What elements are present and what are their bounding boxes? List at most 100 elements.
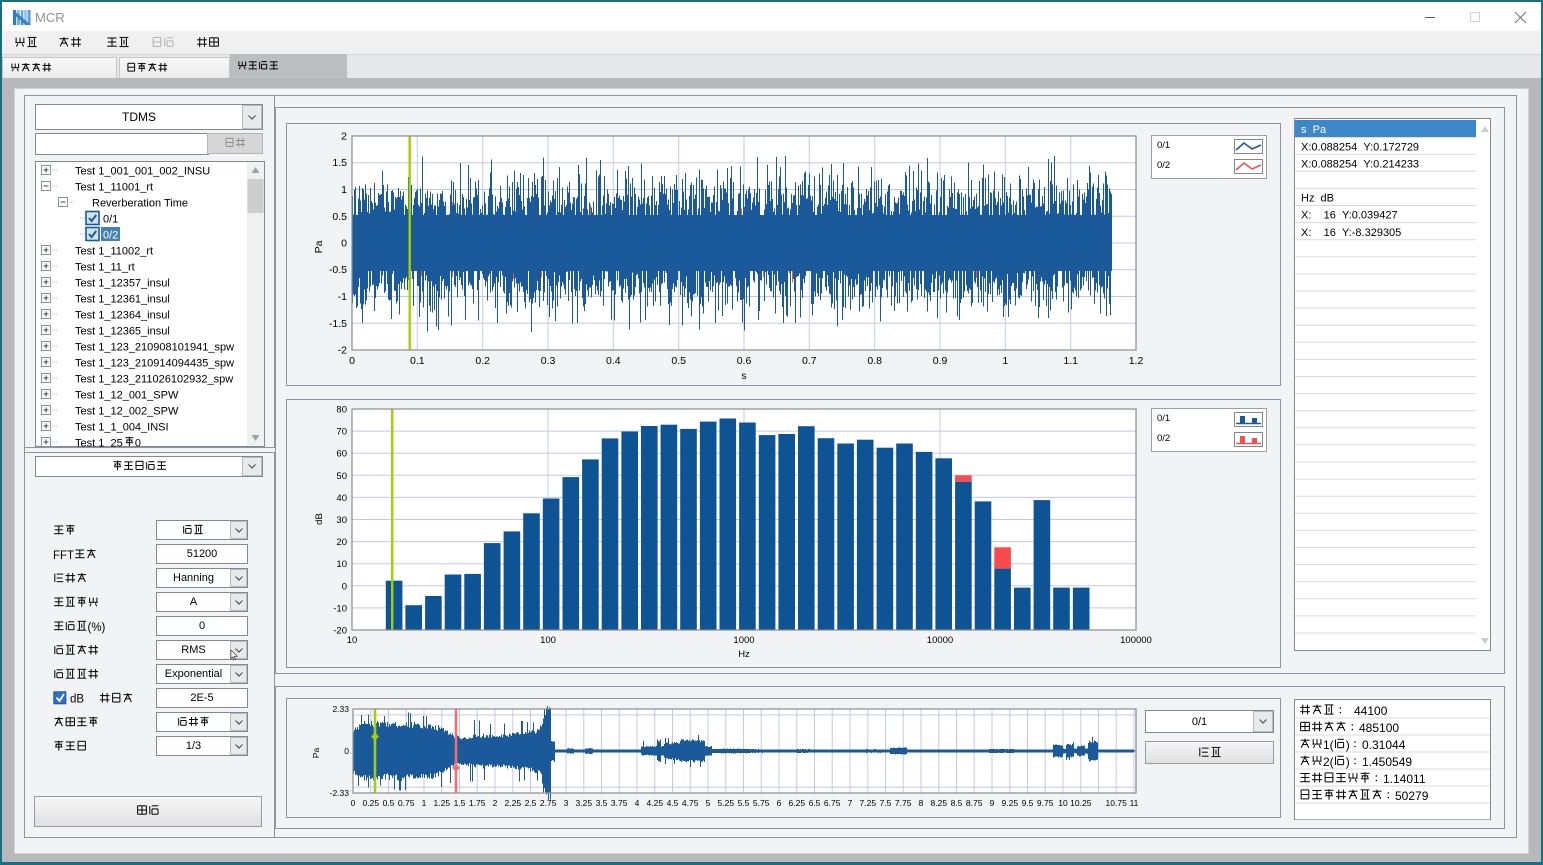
svg-text:Test 1_11_rt: Test 1_11_rt: [75, 262, 135, 274]
svg-text:1000: 1000: [733, 635, 754, 646]
svg-text:8.25: 8.25: [931, 798, 948, 808]
svg-text:44100: 44100: [1354, 704, 1388, 718]
svg-text:): ): [1346, 755, 1350, 769]
svg-text:70: 70: [336, 427, 347, 438]
svg-text:X: 16 Y:0.039427: X: 16 Y:0.039427: [1301, 210, 1398, 222]
svg-text:7.25: 7.25: [860, 798, 877, 808]
svg-text:1: 1: [1002, 355, 1008, 367]
svg-text:3.25: 3.25: [576, 798, 593, 808]
svg-text:Test 1_123_211026102932_spw: Test 1_123_211026102932_spw: [75, 374, 233, 386]
svg-text:0.3: 0.3: [541, 355, 556, 367]
svg-text:-2: -2: [338, 345, 347, 357]
svg-text:): ): [1346, 738, 1350, 752]
svg-text:1.5: 1.5: [454, 798, 466, 808]
svg-text:0: 0: [349, 355, 355, 367]
svg-text:0: 0: [351, 798, 356, 808]
svg-text:7.75: 7.75: [895, 798, 912, 808]
svg-text:1: 1: [422, 798, 427, 808]
svg-text:5.75: 5.75: [753, 798, 770, 808]
svg-text:1.1: 1.1: [1063, 355, 1078, 367]
svg-text:10: 10: [347, 635, 358, 646]
svg-text:0.5: 0.5: [332, 211, 347, 223]
svg-text:-0.5: -0.5: [329, 264, 347, 276]
svg-text:20: 20: [336, 537, 347, 548]
svg-text:10.25: 10.25: [1070, 798, 1092, 808]
svg-text:4.5: 4.5: [667, 798, 679, 808]
svg-text:0.4: 0.4: [606, 355, 621, 367]
svg-text:0.5: 0.5: [383, 798, 395, 808]
svg-text:10: 10: [1058, 798, 1068, 808]
svg-text:Pa: Pa: [313, 240, 325, 253]
svg-text:9.25: 9.25: [1002, 798, 1019, 808]
svg-text:5: 5: [706, 798, 711, 808]
svg-text:Test 1_1_004_INSI: Test 1_1_004_INSI: [75, 422, 169, 434]
svg-text:0.8: 0.8: [867, 355, 882, 367]
svg-text:30: 30: [336, 515, 347, 526]
svg-text:Test 1_123_210914094435_spw: Test 1_123_210914094435_spw: [75, 358, 234, 370]
svg-text:Test 1_11001_rt: Test 1_11001_rt: [75, 182, 153, 194]
svg-text:s Pa: s Pa: [1301, 124, 1327, 136]
svg-text:2: 2: [493, 798, 498, 808]
svg-text:0.7: 0.7: [802, 355, 817, 367]
svg-text:8: 8: [919, 798, 924, 808]
svg-text:11: 11: [1130, 798, 1139, 808]
svg-text:50279: 50279: [1395, 789, 1429, 803]
svg-text:1.14011: 1.14011: [1383, 772, 1426, 786]
svg-text:0: 0: [135, 438, 141, 447]
svg-text:7.5: 7.5: [880, 798, 892, 808]
svg-text:0.6: 0.6: [737, 355, 752, 367]
svg-text:0: 0: [344, 746, 349, 756]
svg-text:0.31044: 0.31044: [1362, 738, 1406, 752]
svg-text:-1.5: -1.5: [329, 318, 347, 330]
svg-text:X: 16 Y:-8.329305: X: 16 Y:-8.329305: [1301, 227, 1401, 239]
svg-text:7: 7: [848, 798, 853, 808]
svg-text:80: 80: [336, 405, 347, 416]
svg-text:6.25: 6.25: [789, 798, 806, 808]
svg-text:4.25: 4.25: [647, 798, 664, 808]
svg-text:6.5: 6.5: [809, 798, 821, 808]
svg-text:X:0.088254 Y:0.172729: X:0.088254 Y:0.172729: [1301, 141, 1419, 153]
svg-text:100: 100: [540, 635, 556, 646]
svg-text:Test 1_001_001_002_INSU: Test 1_001_001_002_INSU: [75, 166, 210, 178]
svg-text:1.5: 1.5: [332, 157, 347, 169]
svg-text:2(: 2(: [1323, 755, 1334, 769]
svg-text:8.75: 8.75: [966, 798, 983, 808]
svg-text:Test 1_12_002_SPW: Test 1_12_002_SPW: [75, 406, 179, 418]
svg-text:3: 3: [564, 798, 569, 808]
svg-text:4.75: 4.75: [682, 798, 699, 808]
svg-text:Pa: Pa: [311, 748, 321, 759]
svg-text:5.5: 5.5: [738, 798, 750, 808]
svg-text:8.5: 8.5: [951, 798, 963, 808]
svg-text:Test 1_12364_insul: Test 1_12364_insul: [75, 310, 170, 322]
svg-text:Test 1_12357_insul: Test 1_12357_insul: [75, 278, 170, 290]
svg-text:Hz: Hz: [738, 649, 750, 660]
svg-text:X:0.088254 Y:0.214233: X:0.088254 Y:0.214233: [1301, 158, 1419, 170]
svg-text:0.5: 0.5: [671, 355, 686, 367]
svg-text:Test 1_11002_rt: Test 1_11002_rt: [75, 246, 153, 258]
svg-text:60: 60: [336, 449, 347, 460]
svg-text:1.75: 1.75: [469, 798, 486, 808]
svg-text:dB: dB: [70, 694, 84, 706]
svg-text:10: 10: [336, 559, 347, 570]
svg-text:3.75: 3.75: [611, 798, 628, 808]
svg-text:0.75: 0.75: [398, 798, 415, 808]
svg-text:Test 1_123_210908101941_spw: Test 1_123_210908101941_spw: [75, 342, 234, 354]
svg-text:2: 2: [341, 131, 347, 143]
svg-text:Test 1_25: Test 1_25: [75, 438, 123, 447]
svg-text:4: 4: [635, 798, 640, 808]
svg-text:9.5: 9.5: [1022, 798, 1034, 808]
svg-text:-20: -20: [333, 626, 347, 637]
svg-text:2.75: 2.75: [540, 798, 557, 808]
svg-text:-1: -1: [338, 291, 347, 303]
svg-text:1: 1: [341, 184, 347, 196]
svg-text:1.2: 1.2: [1129, 355, 1144, 367]
svg-text:Test 1_12_001_SPW: Test 1_12_001_SPW: [75, 390, 179, 402]
svg-text:0.9: 0.9: [933, 355, 948, 367]
svg-text:0/2: 0/2: [103, 230, 118, 242]
svg-text:2.5: 2.5: [525, 798, 537, 808]
svg-text:2.33: 2.33: [332, 704, 349, 714]
svg-text:3.5: 3.5: [596, 798, 608, 808]
svg-text:0: 0: [341, 238, 347, 250]
svg-text:dB: dB: [314, 513, 325, 525]
svg-text:6: 6: [777, 798, 782, 808]
